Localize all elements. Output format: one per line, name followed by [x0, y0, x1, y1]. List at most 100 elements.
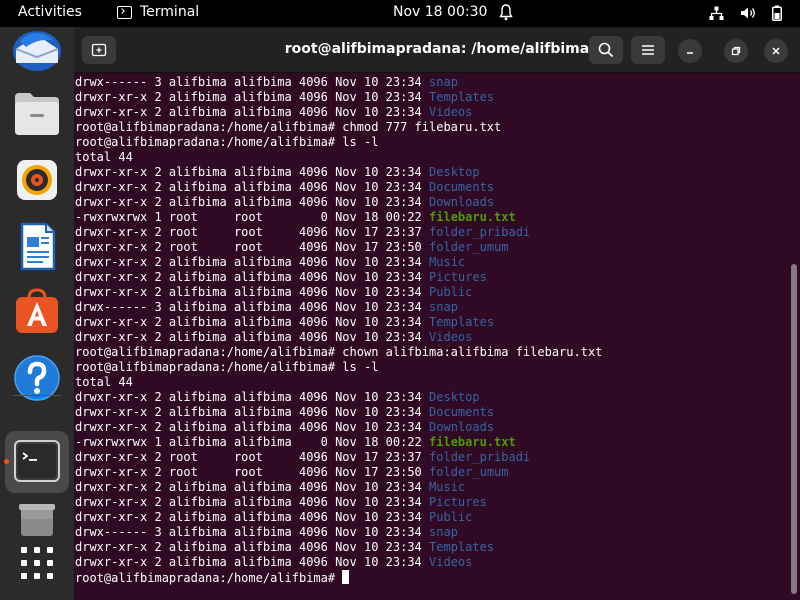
listing-meta: drwxr-xr-x 2 alifbima alifbima 4096 Nov …: [75, 270, 430, 284]
battery-icon: [772, 5, 782, 21]
directory-name: Videos: [429, 105, 473, 119]
hamburger-menu-icon: [642, 45, 654, 55]
header-bar[interactable]: root@alifbimapradana: /home/alifbima: [74, 27, 800, 73]
directory-name: Public: [429, 510, 473, 524]
directory-name: folder_umum: [429, 240, 509, 254]
directory-name: Public: [429, 285, 473, 299]
dock: [0, 27, 74, 600]
listing-meta: drwx------ 3 alifbima alifbima 4096 Nov …: [75, 300, 430, 314]
running-indicator: [4, 459, 9, 464]
listing-row: drwxr-xr-x 2 alifbima alifbima 4096 Nov …: [75, 540, 785, 555]
writer-icon[interactable]: [10, 219, 64, 273]
search-button[interactable]: [589, 36, 623, 64]
help-icon[interactable]: [10, 351, 64, 405]
close-icon: [772, 47, 780, 55]
menu-button[interactable]: [631, 36, 665, 64]
notification-bell-icon[interactable]: [499, 4, 513, 21]
directory-name: Music: [429, 480, 466, 494]
minimize-button[interactable]: [678, 39, 702, 63]
directory-name: Templates: [429, 315, 495, 329]
directory-name: snap: [429, 525, 458, 539]
listing-row: -rwxrwxrwx 1 alifbima alifbima 0 Nov 18 …: [75, 435, 785, 450]
listing-row: drwxr-xr-x 2 alifbima alifbima 4096 Nov …: [75, 255, 785, 270]
listing-row: drwxr-xr-x 2 alifbima alifbima 4096 Nov …: [75, 420, 785, 435]
search-icon: [598, 42, 614, 58]
listing-row: drwxr-xr-x 2 alifbima alifbima 4096 Nov …: [75, 405, 785, 420]
listing-row: drwxr-xr-x 2 alifbima alifbima 4096 Nov …: [75, 390, 785, 405]
show-apps-icon[interactable]: [10, 543, 64, 597]
listing-row: drwx------ 3 alifbima alifbima 4096 Nov …: [75, 75, 785, 90]
listing-meta: drwxr-xr-x 2 alifbima alifbima 4096 Nov …: [75, 195, 430, 209]
terminal-icon[interactable]: [5, 431, 69, 493]
directory-name: folder_umum: [429, 465, 509, 479]
listing-row: drwxr-xr-x 2 alifbima alifbima 4096 Nov …: [75, 180, 785, 195]
listing-meta: drwx------ 3 alifbima alifbima 4096 Nov …: [75, 75, 430, 89]
listing-row: drwxr-xr-x 2 root root 4096 Nov 17 23:50…: [75, 465, 785, 480]
restore-icon: [731, 46, 741, 56]
listing-row: drwxr-xr-x 2 alifbima alifbima 4096 Nov …: [75, 510, 785, 525]
directory-name: Pictures: [429, 495, 487, 509]
listing-meta: drwxr-xr-x 2 alifbima alifbima 4096 Nov …: [75, 495, 430, 509]
listing-meta: -rwxrwxrwx 1 root root 0 Nov 18 00:22: [75, 210, 430, 224]
listing-row: drwxr-xr-x 2 alifbima alifbima 4096 Nov …: [75, 315, 785, 330]
listing-meta: drwxr-xr-x 2 root root 4096 Nov 17 23:37: [75, 225, 430, 239]
output-line: total 44: [75, 150, 133, 164]
rhythmbox-icon[interactable]: [10, 153, 64, 207]
directory-name: snap: [429, 75, 458, 89]
app-menu[interactable]: Terminal: [117, 4, 199, 20]
directory-name: Desktop: [429, 390, 480, 404]
clock[interactable]: Nov 18 00:30: [393, 4, 487, 20]
listing-row: -rwxrwxrwx 1 root root 0 Nov 18 00:22 fi…: [75, 210, 785, 225]
network-icon: [709, 6, 724, 20]
listing-meta: drwxr-xr-x 2 root root 4096 Nov 17 23:50: [75, 465, 430, 479]
terminal-output[interactable]: drwx------ 3 alifbima alifbima 4096 Nov …: [75, 75, 785, 600]
directory-name: Videos: [429, 555, 473, 569]
directory-name: Videos: [429, 330, 473, 344]
listing-meta: drwxr-xr-x 2 alifbima alifbima 4096 Nov …: [75, 555, 430, 569]
scrollbar[interactable]: [791, 264, 797, 594]
prompt-line: root@alifbimapradana:/home/alifbima#: [75, 570, 785, 585]
system-tray[interactable]: [709, 5, 782, 21]
dock-separator: [13, 395, 61, 396]
directory-name: folder_pribadi: [429, 450, 531, 464]
minimize-icon: [687, 52, 693, 54]
terminal-window[interactable]: root@alifbimapradana: /home/alifbima drw…: [74, 27, 800, 600]
listing-meta: drwxr-xr-x 2 alifbima alifbima 4096 Nov …: [75, 180, 430, 194]
prompt-text: root@alifbimapradana:/home/alifbima#: [75, 571, 343, 585]
listing-meta: drwxr-xr-x 2 alifbima alifbima 4096 Nov …: [75, 330, 430, 344]
directory-name: folder_pribadi: [429, 225, 531, 239]
files-icon[interactable]: [10, 87, 64, 141]
directory-name: Documents: [429, 180, 495, 194]
directory-name: Downloads: [429, 195, 495, 209]
app-menu-label: Terminal: [140, 4, 200, 20]
listing-meta: drwxr-xr-x 2 root root 4096 Nov 17 23:50: [75, 240, 430, 254]
listing-meta: drwxr-xr-x 2 alifbima alifbima 4096 Nov …: [75, 405, 430, 419]
listing-row: drwxr-xr-x 2 alifbima alifbima 4096 Nov …: [75, 285, 785, 300]
listing-meta: drwxr-xr-x 2 alifbima alifbima 4096 Nov …: [75, 420, 430, 434]
listing-row: drwxr-xr-x 2 alifbima alifbima 4096 Nov …: [75, 195, 785, 210]
maximize-button[interactable]: [724, 39, 748, 63]
listing-meta: drwx------ 3 alifbima alifbima 4096 Nov …: [75, 525, 430, 539]
command-line: root@alifbimapradana:/home/alifbima# chm…: [75, 120, 502, 134]
file-name: filebaru.txt: [429, 435, 516, 449]
close-button[interactable]: [764, 39, 788, 63]
app-center-icon[interactable]: [10, 285, 64, 339]
listing-row: drwxr-xr-x 2 alifbima alifbima 4096 Nov …: [75, 480, 785, 495]
directory-name: Templates: [429, 90, 495, 104]
listing-meta: drwxr-xr-x 2 alifbima alifbima 4096 Nov …: [75, 540, 430, 554]
listing-meta: drwxr-xr-x 2 alifbima alifbima 4096 Nov …: [75, 510, 430, 524]
listing-meta: drwxr-xr-x 2 alifbima alifbima 4096 Nov …: [75, 285, 430, 299]
listing-meta: -rwxrwxrwx 1 alifbima alifbima 0 Nov 18 …: [75, 435, 430, 449]
thunderbird-icon[interactable]: [10, 27, 64, 81]
directory-name: Documents: [429, 405, 495, 419]
file-name: filebaru.txt: [429, 210, 516, 224]
listing-row: drwxr-xr-x 2 alifbima alifbima 4096 Nov …: [75, 270, 785, 285]
command-line: root@alifbimapradana:/home/alifbima# ls …: [75, 360, 379, 374]
top-bar: Activities Terminal Nov 18 00:30: [0, 0, 800, 27]
listing-row: drwxr-xr-x 2 root root 4096 Nov 17 23:37…: [75, 450, 785, 465]
listing-meta: drwxr-xr-x 2 alifbima alifbima 4096 Nov …: [75, 315, 430, 329]
directory-name: Templates: [429, 540, 495, 554]
activities-button[interactable]: Activities: [18, 4, 82, 20]
listing-row: drwx------ 3 alifbima alifbima 4096 Nov …: [75, 300, 785, 315]
command-line: root@alifbimapradana:/home/alifbima# cho…: [75, 345, 603, 359]
